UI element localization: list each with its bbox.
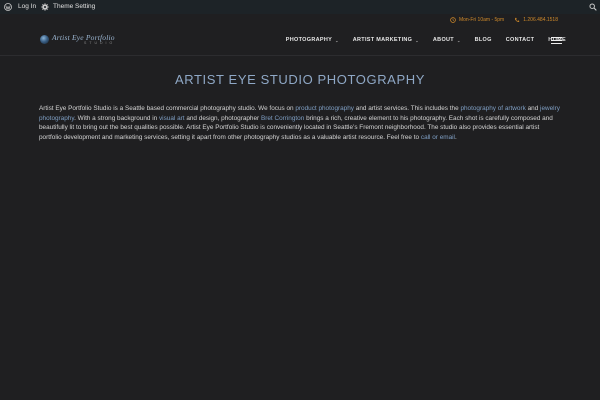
link-call-or-email[interactable]: call or email: [421, 134, 455, 141]
main-nav: PHOTOGRAPHY ⌄ ARTIST MARKETING ⌄ ABOUT ⌄…: [272, 35, 566, 45]
menu-icon[interactable]: [551, 37, 562, 45]
page-title: ARTIST EYE STUDIO PHOTOGRAPHY: [174, 72, 425, 87]
chevron-down-icon: ⌄: [415, 37, 419, 43]
nav-item-blog[interactable]: BLOG: [475, 37, 492, 43]
link-product-photography[interactable]: product photography: [295, 105, 354, 112]
nav-item-about[interactable]: ABOUT ⌄: [433, 37, 461, 43]
nav-item-photography[interactable]: PHOTOGRAPHY ⌄: [286, 37, 339, 43]
link-bret-corrington[interactable]: Bret Corrington: [261, 115, 304, 122]
header-divider: [0, 55, 600, 56]
search-icon[interactable]: [589, 3, 597, 11]
logo-sub: STUDIO: [84, 41, 116, 45]
clock-icon: [450, 17, 456, 23]
intro-paragraph: Artist Eye Portfolio Studio is a Seattle…: [39, 105, 560, 141]
phone-icon: [515, 17, 520, 22]
gear-icon: [41, 3, 49, 11]
theme-setting-link[interactable]: Theme Setting: [53, 0, 95, 14]
link-artwork-photography[interactable]: photography of artwork: [460, 105, 525, 112]
nav-item-contact[interactable]: CONTACT: [506, 37, 535, 43]
business-hours: Mon-Fri 10am - 5pm: [458, 17, 505, 23]
wordpress-icon[interactable]: [4, 3, 12, 11]
link-visual-art[interactable]: visual art: [159, 115, 185, 122]
nav-item-artist-marketing[interactable]: ARTIST MARKETING ⌄: [353, 37, 419, 43]
login-link[interactable]: Log In: [18, 0, 36, 14]
logo-eye-icon: [40, 35, 49, 44]
admin-bar: Log In Theme Setting: [0, 0, 600, 14]
contact-info: Mon-Fri 10am - 5pm 1.206.484.1518: [450, 16, 558, 24]
phone-number[interactable]: 1.206.484.1518: [523, 16, 558, 24]
chevron-down-icon: ⌄: [335, 37, 339, 43]
chevron-down-icon: ⌄: [456, 37, 461, 43]
site-logo[interactable]: Artist Eye Portfolio STUDIO: [40, 33, 116, 46]
